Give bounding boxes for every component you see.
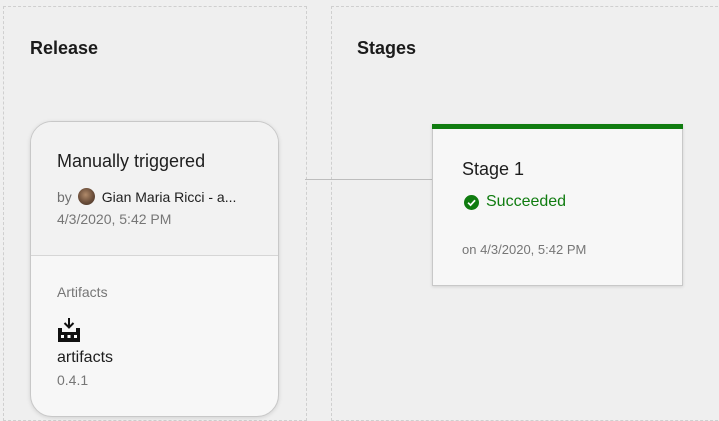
release-card-divider — [31, 255, 278, 256]
build-artifact-icon[interactable] — [57, 317, 81, 343]
release-created-by: by Gian Maria Ricci - a... — [57, 188, 236, 205]
artifact-name[interactable]: artifacts — [57, 349, 113, 367]
release-user-name[interactable]: Gian Maria Ricci - a... — [102, 189, 237, 205]
avatar — [77, 188, 95, 205]
release-trigger-text: Manually triggered — [57, 151, 206, 171]
release-stage-connector — [305, 179, 433, 180]
stage-card[interactable]: Stage 1 Succeeded on 4/3/2020, 5:42 PM — [432, 124, 683, 286]
release-date: 4/3/2020, 5:42 PM — [57, 211, 172, 227]
release-card[interactable]: Manually triggered by Gian Maria Ricci -… — [30, 121, 279, 417]
stages-panel-title: Stages — [357, 38, 417, 58]
release-panel-title: Release — [30, 38, 99, 58]
stage-name[interactable]: Stage 1 — [462, 159, 524, 180]
artifact-version: 0.4.1 — [57, 372, 89, 388]
artifacts-label: Artifacts — [57, 284, 108, 300]
stage-status: Succeeded — [464, 193, 566, 211]
by-prefix: by — [57, 188, 72, 205]
stage-date: on 4/3/2020, 5:42 PM — [462, 242, 587, 257]
check-circle-icon — [464, 194, 479, 210]
stage-status-text: Succeeded — [486, 193, 567, 210]
stage-status-bar — [432, 124, 683, 129]
